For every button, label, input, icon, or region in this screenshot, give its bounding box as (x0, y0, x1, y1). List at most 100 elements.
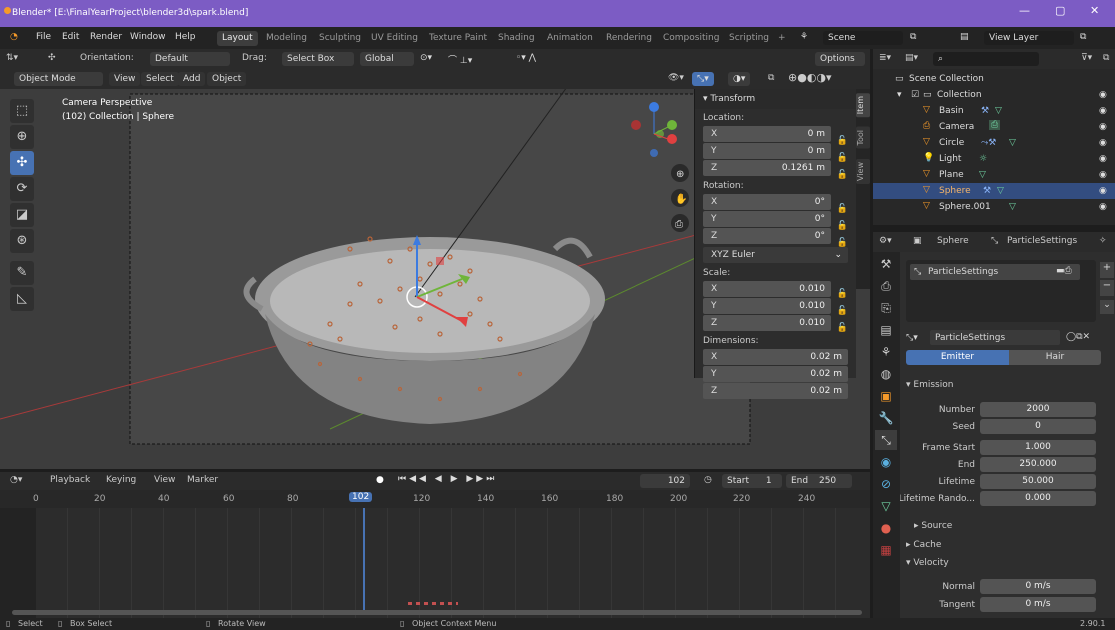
minimize-button[interactable]: — (1019, 4, 1030, 17)
location-x-field[interactable]: X 0 m (703, 126, 831, 142)
pivot-icon[interactable]: ⊙▾ (420, 53, 432, 63)
overlay-toggle[interactable]: ◑▾ (728, 72, 751, 86)
collection-row[interactable]: ▾ ☑ ▭ Collection ◉ (873, 87, 1115, 103)
proportional-edit-icon[interactable]: ◦▾ ⋀ (516, 53, 536, 63)
playback-controls[interactable]: ⏮◀◀ ◀ ▶ ▶▶⏭ (398, 474, 497, 484)
properties-editor-icon[interactable]: ⚙▾ (879, 236, 892, 246)
pin-icon[interactable]: ✧ (1099, 236, 1107, 246)
measure-tool-icon[interactable]: ◺ (10, 287, 34, 311)
dimensions-y-field[interactable]: Y 0.02 m (703, 366, 848, 382)
tangent-field[interactable]: 0 m/s (980, 597, 1096, 612)
timeline-area[interactable] (0, 508, 870, 618)
close-button[interactable]: ✕ (1090, 4, 1099, 17)
playback-menu[interactable]: Playback (50, 475, 90, 485)
move-tool-icon[interactable]: ✣ (10, 151, 34, 175)
scale-tool-icon[interactable]: ◪ (10, 203, 34, 227)
object-tab-icon[interactable]: ▣ (875, 386, 897, 406)
lifetime-field[interactable]: 50.000 (980, 474, 1096, 489)
end-frame-field[interactable]: End 250 (786, 474, 852, 488)
timeline-view-menu[interactable]: View (154, 475, 175, 485)
rotation-z-field[interactable]: Z 0° (703, 228, 831, 244)
tab-compositing[interactable]: Compositing (658, 31, 724, 46)
display-mode-icon[interactable]: ▤▾ (905, 53, 918, 63)
snap-icon[interactable]: ⌒ ⊥▾ (448, 53, 472, 66)
tool-settings-icon[interactable]: ⇅▾ (6, 53, 18, 63)
menu-help[interactable]: Help (175, 32, 196, 42)
outliner-item-light[interactable]: 💡 Light ☼ ◉ (873, 151, 1115, 167)
particle-system-list[interactable]: ⤡ ParticleSettings ▬⎙ (906, 260, 1096, 322)
menu-edit[interactable]: Edit (62, 32, 79, 42)
new-scene-icon[interactable]: ⧉ (910, 32, 916, 42)
normal-field[interactable]: 0 m/s (980, 579, 1096, 594)
lock-icon[interactable]: 🔓 (837, 306, 848, 316)
particle-system-list-item[interactable]: ⤡ ParticleSettings ▬⎙ (910, 264, 1080, 280)
data-tab-icon[interactable]: ▽ (875, 496, 897, 516)
rotation-mode-dropdown[interactable]: XYZ Euler ⌄ (703, 247, 848, 263)
checkbox-icon[interactable]: ☑ (911, 90, 919, 100)
render-tab-icon[interactable]: ⎙ (875, 276, 897, 296)
transform-panel-header[interactable]: ▾ Transform (695, 89, 856, 109)
transform-tool-icon[interactable]: ⊛ (10, 229, 34, 253)
eye-icon[interactable]: ◉ (1099, 90, 1107, 100)
timeline-ruler[interactable]: 0 20 40 60 80 102 120 140 160 180 200 22… (0, 490, 870, 508)
menu-add[interactable]: Add (178, 72, 206, 86)
lock-icon[interactable]: 🔓 (837, 136, 848, 146)
datablock-name-field[interactable]: ParticleSettings (930, 330, 1060, 345)
physics-tab-icon[interactable]: ◉ (875, 452, 897, 472)
seed-field[interactable]: 0 (980, 419, 1096, 434)
output-tab-icon[interactable]: ⎘ (875, 298, 897, 318)
orientation-dropdown[interactable]: Default (150, 52, 230, 66)
rotation-y-field[interactable]: Y 0° (703, 211, 831, 227)
lock-icon[interactable]: 🔓 (837, 323, 848, 333)
tab-animation[interactable]: Animation (542, 31, 598, 46)
playhead-frame-label[interactable]: 102 (349, 492, 373, 502)
menu-window[interactable]: Window (130, 32, 166, 42)
tab-tool[interactable]: Tool (856, 127, 870, 149)
dimensions-z-field[interactable]: Z 0.02 m (703, 383, 848, 399)
shading-mode-icons[interactable]: ⊕●◐◑▾ (788, 71, 832, 84)
rotate-tool-icon[interactable]: ⟳ (10, 177, 34, 201)
scene-collection-row[interactable]: ▭ Scene Collection (873, 71, 1115, 87)
mode-dropdown[interactable]: Object Mode (14, 72, 103, 86)
outliner-item-sphere-001[interactable]: ▽ Sphere.001 ▽ ◉ (873, 199, 1115, 215)
scale-x-field[interactable]: X 0.010 (703, 281, 831, 297)
blender-menu-icon[interactable]: ◔ (10, 32, 18, 42)
outliner-item-plane[interactable]: ▽ Plane ▽ ◉ (873, 167, 1115, 183)
remove-slot-button[interactable]: − (1100, 280, 1114, 296)
material-tab-icon[interactable]: ● (875, 518, 897, 538)
add-slot-button[interactable]: + (1100, 262, 1114, 278)
view-layer-selector[interactable]: View Layer (984, 31, 1074, 45)
tab-item[interactable]: Item (856, 93, 870, 118)
specials-menu-button[interactable]: ⌄ (1100, 300, 1114, 314)
eye-icon[interactable]: ◉ (1099, 202, 1107, 212)
cursor-tool-icon[interactable]: ⊕ (10, 125, 34, 149)
outliner-item-circle[interactable]: ▽ Circle ⤳⚒ ▽ ◉ (873, 135, 1115, 151)
menu-select[interactable]: Select (141, 72, 179, 86)
maximize-button[interactable]: ▢ (1055, 4, 1065, 17)
menu-render[interactable]: Render (90, 32, 122, 42)
tab-texture-paint[interactable]: Texture Paint (424, 31, 492, 46)
expand-icon[interactable]: ▾ (897, 90, 902, 100)
rotation-x-field[interactable]: X 0° (703, 194, 831, 210)
menu-file[interactable]: File (36, 32, 51, 42)
marker-menu[interactable]: Marker (187, 475, 218, 485)
auto-keying-icon[interactable]: ● (376, 475, 384, 485)
gizmo-toggle[interactable]: ⤡▾ (692, 72, 714, 86)
filter-icon[interactable]: ⊽▾ (1081, 53, 1092, 63)
render-toggle-icon[interactable]: ▬⎙ (1056, 266, 1072, 276)
transform-orientation-dropdown[interactable]: Global (360, 52, 414, 66)
tab-view[interactable]: View (856, 159, 870, 184)
new-view-layer-icon[interactable]: ⧉ (1080, 32, 1086, 42)
timeline-scrollbar[interactable] (12, 610, 862, 615)
outliner-item-sphere[interactable]: ▽ Sphere ⚒ ▽ ◉ (873, 183, 1115, 199)
outliner-item-basin[interactable]: ▽ Basin ⚒ ▽ ◉ (873, 103, 1115, 119)
menu-object[interactable]: Object (207, 72, 247, 86)
tab-scripting[interactable]: Scripting (724, 31, 774, 46)
eye-icon[interactable]: ◉ (1099, 138, 1107, 148)
fake-user-icon[interactable]: ◯⧉✕ (1066, 332, 1090, 342)
frame-start-field[interactable]: 1.000 (980, 440, 1096, 455)
number-field[interactable]: 2000 (980, 402, 1096, 417)
cache-panel-header[interactable]: ▸ Cache (900, 536, 1115, 554)
tab-layout[interactable]: Layout (217, 31, 258, 46)
new-collection-icon[interactable]: ⧉ (1103, 53, 1109, 63)
